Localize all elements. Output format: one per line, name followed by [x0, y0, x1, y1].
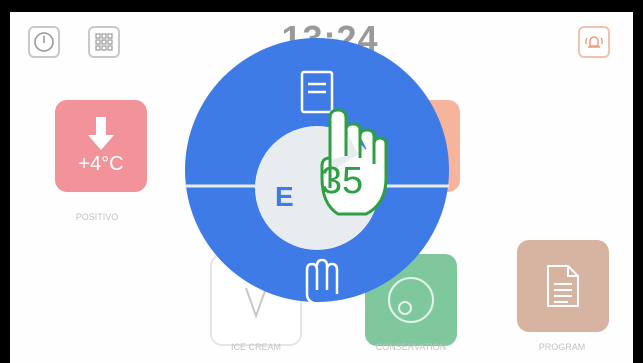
- power-icon: [34, 32, 54, 52]
- program-label: PROGRAM: [538, 342, 586, 352]
- ice-cream-label: ICE CREAM: [230, 342, 281, 352]
- positivo-temperature: +4°C: [78, 152, 124, 175]
- alarm-bell-icon: [585, 36, 603, 48]
- positivo-tile[interactable]: +4°C: [55, 100, 147, 192]
- device-screen: 13:24 +4°C POSITIVO ICE CREAM CONSERVATI…: [0, 0, 643, 363]
- apps-grid-button[interactable]: [88, 26, 120, 58]
- touch-hint-number: 35: [320, 160, 364, 202]
- power-button[interactable]: [28, 26, 60, 58]
- dial-center-letter: E: [275, 181, 294, 212]
- program-tile[interactable]: [517, 240, 609, 332]
- document-icon: [547, 265, 579, 307]
- apps-grid-icon: [95, 33, 113, 51]
- alarm-button[interactable]: [578, 26, 610, 58]
- positivo-label: POSITIVO: [75, 212, 119, 222]
- conservation-label: CONSERVATION: [375, 342, 447, 352]
- arrow-down-icon: [88, 116, 114, 150]
